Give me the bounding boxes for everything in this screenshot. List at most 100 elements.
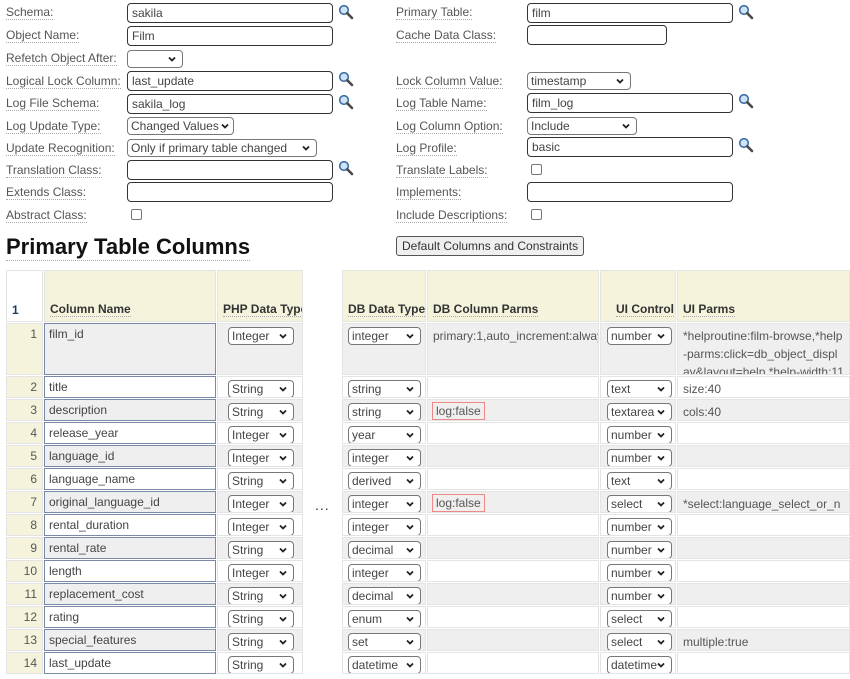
update-recognition-select[interactable]: Only if primary table changed <box>127 139 317 157</box>
hidden-columns-ellipsis[interactable]: ... <box>315 497 330 513</box>
ui-parms-value[interactable] <box>678 423 849 429</box>
translate-labels-checkbox[interactable] <box>531 164 542 175</box>
db-column-parms-value[interactable] <box>428 538 598 544</box>
db-column-parms-value[interactable]: log:false <box>432 402 485 420</box>
ui-control-select[interactable]: text <box>607 380 672 397</box>
db-type-select[interactable]: string <box>348 403 421 420</box>
db-column-parms-value[interactable] <box>428 377 598 383</box>
ui-control-select[interactable]: textarea <box>607 403 672 420</box>
db-column-parms-value[interactable] <box>428 561 598 567</box>
php-type-select[interactable]: String <box>228 656 294 673</box>
php-type-select[interactable]: String <box>228 472 294 489</box>
ui-control-select[interactable]: number <box>607 587 672 604</box>
search-icon[interactable] <box>338 160 354 176</box>
ui-parms-value[interactable]: cols:40 <box>678 400 849 420</box>
ui-control-select[interactable]: number <box>607 564 672 581</box>
db-type-select[interactable]: set <box>348 633 421 650</box>
column-name-input[interactable]: rental_duration <box>44 514 216 536</box>
php-type-select[interactable]: Integer <box>228 495 294 512</box>
php-type-select[interactable]: String <box>228 610 294 627</box>
ui-control-select[interactable]: number <box>607 426 672 443</box>
ui-control-select[interactable]: select <box>607 495 672 512</box>
column-name-input[interactable]: original_language_id <box>44 491 216 513</box>
php-type-select[interactable]: Integer <box>228 518 294 535</box>
search-icon[interactable] <box>738 93 754 109</box>
column-name-input[interactable]: title <box>44 376 216 398</box>
php-type-select[interactable]: Integer <box>228 564 294 581</box>
db-type-select[interactable]: datetime <box>348 656 421 673</box>
db-type-select[interactable]: year <box>348 426 421 443</box>
ui-parms-value[interactable]: *select:language_select_or_null <box>678 492 849 512</box>
abstract-class-checkbox[interactable] <box>131 209 142 220</box>
header-db-type[interactable]: DB Data Type <box>342 270 426 322</box>
php-type-select[interactable]: Integer <box>228 449 294 466</box>
refetch-object-after-select[interactable] <box>127 50 183 68</box>
column-name-input[interactable]: release_year <box>44 422 216 444</box>
ui-control-select[interactable]: datetime <box>607 656 672 673</box>
db-type-select[interactable]: integer <box>348 449 421 466</box>
log-update-type-select[interactable]: Changed Values <box>127 117 234 135</box>
db-column-parms-value[interactable] <box>428 446 598 452</box>
log-table-name-input[interactable]: film_log <box>527 93 733 113</box>
db-column-parms-value[interactable] <box>428 584 598 590</box>
db-column-parms-value[interactable] <box>428 630 598 636</box>
php-type-select[interactable]: String <box>228 541 294 558</box>
php-type-select[interactable]: String <box>228 587 294 604</box>
php-type-select[interactable]: String <box>228 403 294 420</box>
ui-control-select[interactable]: select <box>607 610 672 627</box>
log-column-option-select[interactable]: Include <box>527 117 637 135</box>
column-name-input[interactable]: length <box>44 560 216 582</box>
db-type-select[interactable]: integer <box>348 518 421 535</box>
header-db-parms[interactable]: DB Column Parms <box>427 270 599 322</box>
db-column-parms-value[interactable] <box>428 515 598 521</box>
implements-input[interactable] <box>527 182 733 202</box>
log-file-schema-input[interactable]: sakila_log <box>127 94 333 114</box>
header-ui-parms[interactable]: UI Parms <box>677 270 850 322</box>
db-column-parms-value[interactable] <box>428 423 598 429</box>
column-name-input[interactable]: last_update <box>44 652 216 674</box>
search-icon[interactable] <box>338 4 354 20</box>
ui-control-select[interactable]: number <box>607 518 672 535</box>
column-name-input[interactable]: replacement_cost <box>44 583 216 605</box>
db-type-select[interactable]: string <box>348 380 421 397</box>
header-ui-control[interactable]: UI Control <box>600 270 676 322</box>
ui-parms-value[interactable]: *helproutine:film-browse,*help-parms:cli… <box>678 324 849 374</box>
column-name-input[interactable]: rental_rate <box>44 537 216 559</box>
php-type-select[interactable]: String <box>228 633 294 650</box>
lock-column-value-select[interactable]: timestamp <box>527 72 631 90</box>
primary-table-input[interactable]: film <box>527 3 733 23</box>
column-name-input[interactable]: special_features <box>44 629 216 651</box>
db-type-select[interactable]: derived <box>348 472 421 489</box>
ui-parms-value[interactable] <box>678 469 849 475</box>
db-column-parms-value[interactable] <box>428 653 598 659</box>
ui-parms-value[interactable]: size:40 <box>678 377 849 397</box>
db-column-parms-value[interactable] <box>428 607 598 613</box>
column-name-input[interactable]: rating <box>44 606 216 628</box>
include-descriptions-checkbox[interactable] <box>531 209 542 220</box>
ui-control-select[interactable]: number <box>607 541 672 558</box>
header-php-type[interactable]: PHP Data Type <box>217 270 303 322</box>
cache-data-class-input[interactable] <box>527 25 667 45</box>
php-type-select[interactable]: Integer <box>228 426 294 443</box>
ui-parms-value[interactable] <box>678 538 849 544</box>
schema-input[interactable]: sakila <box>127 3 333 23</box>
extends-class-input[interactable] <box>127 182 333 202</box>
db-column-parms-value[interactable] <box>428 469 598 475</box>
ui-parms-value[interactable] <box>678 607 849 613</box>
db-type-select[interactable]: enum <box>348 610 421 627</box>
translation-class-input[interactable] <box>127 160 333 180</box>
db-type-select[interactable]: decimal <box>348 541 421 558</box>
db-column-parms-value[interactable]: log:false <box>432 494 485 512</box>
ui-control-select[interactable]: number <box>607 449 672 466</box>
column-name-input[interactable]: language_name <box>44 468 216 490</box>
db-type-select[interactable]: integer <box>348 564 421 581</box>
db-column-parms-value[interactable]: primary:1,auto_increment:always <box>428 324 598 348</box>
log-profile-input[interactable]: basic <box>527 137 733 157</box>
ui-parms-value[interactable] <box>678 515 849 521</box>
ui-parms-value[interactable] <box>678 584 849 590</box>
ui-parms-value[interactable] <box>678 653 849 659</box>
db-type-select[interactable]: decimal <box>348 587 421 604</box>
php-type-select[interactable]: Integer <box>228 327 294 345</box>
ui-parms-value[interactable] <box>678 446 849 452</box>
ui-parms-value[interactable]: multiple:true <box>678 630 849 650</box>
